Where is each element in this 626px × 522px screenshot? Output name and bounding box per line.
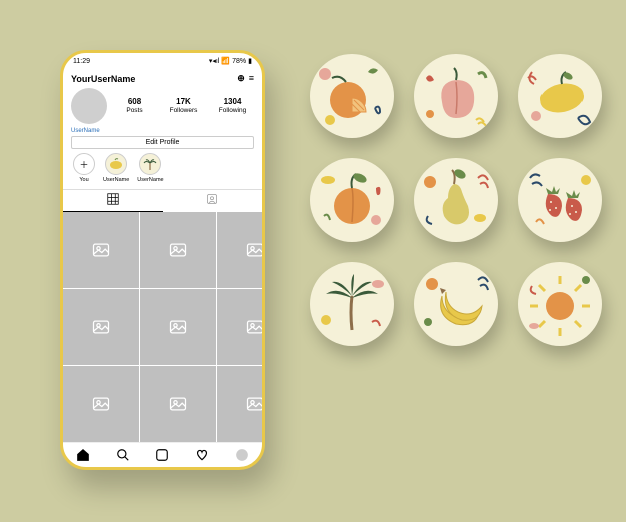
plus-icon: ＋ [73, 153, 95, 175]
tab-tagged[interactable] [163, 190, 263, 212]
bottom-nav [63, 442, 262, 467]
add-icon[interactable] [155, 448, 169, 462]
signal-icon: ▾◂ıl [209, 57, 220, 65]
stat-following[interactable]: 1304 Following [211, 98, 254, 114]
wifi-icon: 📶 [221, 57, 230, 65]
cover-pear [414, 158, 498, 242]
add-post-icon[interactable]: ⊕ [237, 73, 245, 84]
stat-followers[interactable]: 17K Followers [162, 98, 205, 114]
post-placeholder[interactable] [63, 366, 139, 442]
palm-icon [139, 153, 161, 175]
cover-peach [414, 54, 498, 138]
highlight-item[interactable]: UserName [137, 153, 163, 183]
stats-row: 608 Posts 17K Followers 1304 Following [71, 84, 254, 128]
username[interactable]: YourUserName [71, 74, 135, 84]
battery-pct: 78% [232, 58, 246, 65]
content-tabs [63, 189, 262, 212]
battery-icon: ▮ [248, 57, 252, 65]
post-placeholder[interactable] [63, 289, 139, 365]
cover-banana [414, 262, 498, 346]
post-placeholder[interactable] [63, 212, 139, 288]
highlight-add[interactable]: ＋ You [73, 153, 95, 183]
cover-orange [310, 54, 394, 138]
home-icon[interactable] [76, 448, 90, 462]
phone-frame: 11:29 ▾◂ıl 📶 78% ▮ YourUserName ⊕ ≡ 608 … [60, 50, 265, 470]
tab-grid[interactable] [63, 190, 163, 212]
status-bar: 11:29 ▾◂ıl 📶 78% ▮ [63, 53, 262, 69]
nav-avatar-icon[interactable] [235, 448, 249, 462]
menu-icon[interactable]: ≡ [249, 73, 254, 84]
highlight-covers-grid [310, 54, 602, 346]
post-placeholder[interactable] [217, 289, 265, 365]
search-icon[interactable] [116, 448, 130, 462]
highlights-row: ＋ You UserName UserName [71, 149, 254, 187]
avatar[interactable] [71, 88, 107, 124]
post-placeholder[interactable] [140, 212, 216, 288]
status-time: 11:29 [73, 58, 90, 65]
cover-palm [310, 262, 394, 346]
cover-sun [518, 262, 602, 346]
cover-strawberries [518, 158, 602, 242]
post-placeholder[interactable] [140, 366, 216, 442]
cover-lemon [518, 54, 602, 138]
heart-icon[interactable] [195, 448, 209, 462]
post-placeholder[interactable] [217, 212, 265, 288]
stat-posts[interactable]: 608 Posts [113, 98, 156, 114]
post-placeholder[interactable] [217, 366, 265, 442]
profile-header: YourUserName ⊕ ≡ 608 Posts 17K Followers… [63, 69, 262, 189]
username-row: YourUserName ⊕ ≡ [71, 73, 254, 84]
status-icons: ▾◂ıl 📶 78% ▮ [209, 57, 252, 65]
posts-grid [63, 212, 262, 442]
lemon-icon [105, 153, 127, 175]
edit-profile-button[interactable]: Edit Profile [71, 136, 254, 149]
display-name: UserName [71, 128, 254, 136]
cover-apricot [310, 158, 394, 242]
post-placeholder[interactable] [140, 289, 216, 365]
highlight-item[interactable]: UserName [103, 153, 129, 183]
